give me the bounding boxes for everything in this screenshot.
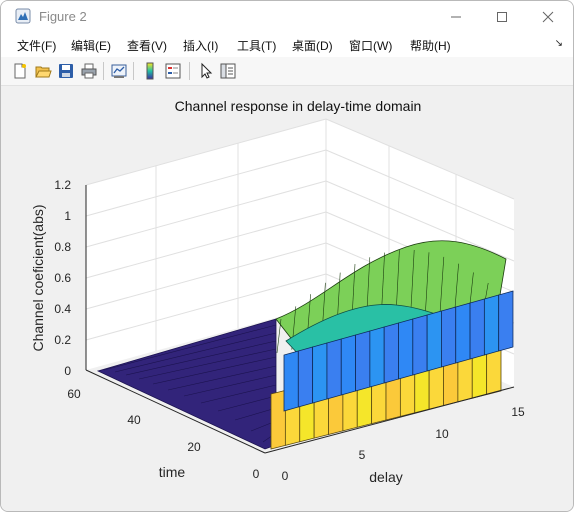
surface-blue-facet — [441, 306, 457, 368]
surface-blue-facet — [469, 298, 485, 360]
surface-blue-facet — [340, 334, 356, 396]
minimize-icon — [451, 16, 461, 18]
surface-plot[interactable]: Channel response in delay-time domain 0 … — [1, 86, 574, 511]
menu-overflow-arrow[interactable]: ↘ — [555, 38, 563, 49]
time-tick-label: 60 — [67, 387, 81, 401]
menu-bar: 文件(F) 编辑(E) 查看(V) 插入(I) 工具(T) 桌面(D) 窗口(W… — [1, 33, 573, 57]
property-inspector-icon[interactable] — [219, 62, 237, 80]
time-tick-label: 20 — [187, 440, 201, 454]
surface-blue-facet — [383, 322, 399, 384]
matlab-figure-icon — [15, 8, 31, 24]
maximize-button[interactable] — [479, 1, 525, 33]
surface-blue-facet — [312, 342, 328, 404]
toolbar-separator — [133, 62, 134, 80]
z-tick-label: 0.8 — [54, 240, 71, 254]
pointer-icon[interactable] — [197, 62, 215, 80]
menu-file[interactable]: 文件(F) — [17, 37, 56, 54]
surface-blue-facet — [412, 314, 428, 376]
time-axis-label: time — [159, 464, 186, 480]
z-axis-label: Channel coeficient(abs) — [30, 204, 46, 351]
minimize-button[interactable] — [433, 1, 479, 33]
title-bar[interactable]: Figure 2 — [1, 1, 573, 33]
menu-insert[interactable]: 插入(I) — [183, 37, 218, 54]
z-tick-label: 0.4 — [54, 302, 71, 316]
surface-mesh-line — [276, 318, 282, 354]
delay-tick-label: 15 — [511, 405, 525, 419]
surface-blue-facet — [326, 338, 342, 400]
surface-blue-facet — [355, 330, 371, 392]
z-tick-label: 0.6 — [54, 271, 71, 285]
surface-blue-facet — [369, 326, 385, 388]
surface-blue-facet — [398, 318, 414, 380]
toolbar-separator — [103, 62, 104, 80]
z-tick-label: 0.2 — [54, 333, 71, 347]
menu-edit[interactable]: 编辑(E) — [71, 37, 111, 54]
menu-view[interactable]: 查看(V) — [127, 37, 167, 54]
surface-blue-facet — [483, 294, 500, 356]
surface-blue-facet — [498, 290, 514, 352]
time-tick-label: 40 — [127, 413, 141, 427]
legend-icon[interactable] — [164, 62, 182, 80]
surface-yellow-facet — [270, 389, 286, 450]
surface-blue-facet — [455, 302, 471, 364]
close-icon — [542, 11, 554, 23]
delay-tick-label: 10 — [435, 427, 449, 441]
surface-blue-facet — [297, 346, 314, 408]
delay-tick-label: 5 — [359, 448, 366, 462]
save-icon[interactable] — [57, 62, 75, 80]
link-plot-icon[interactable] — [110, 62, 128, 80]
delay-axis-label: delay — [369, 469, 402, 485]
window-title: Figure 2 — [39, 9, 87, 24]
maximize-icon — [497, 12, 507, 22]
surface-blue-facet — [426, 310, 442, 372]
menu-window[interactable]: 窗口(W) — [349, 37, 392, 54]
time-tick-label: 0 — [253, 467, 260, 481]
menu-help[interactable]: 帮助(H) — [410, 37, 451, 54]
close-button[interactable] — [525, 1, 571, 33]
surface-blue-facet — [283, 350, 299, 412]
figure-window: Figure 2 文件(F) 编辑(E) 查看(V) 插入(I) 工具(T) 桌… — [0, 0, 574, 512]
z-tick-label: 1 — [64, 209, 71, 223]
z-tick-label: 0 — [64, 364, 71, 378]
open-file-icon[interactable] — [34, 62, 52, 80]
new-figure-icon[interactable] — [11, 62, 29, 80]
figure-canvas[interactable]: Channel response in delay-time domain 0 … — [1, 86, 573, 511]
toolbar-separator — [189, 62, 190, 80]
toolbar — [1, 57, 573, 86]
delay-tick-label: 0 — [282, 469, 289, 483]
print-icon[interactable] — [80, 62, 98, 80]
menu-tools[interactable]: 工具(T) — [237, 37, 276, 54]
menu-desktop[interactable]: 桌面(D) — [292, 37, 333, 54]
colorbar-icon[interactable] — [141, 62, 159, 80]
z-tick-label: 1.2 — [54, 178, 71, 192]
chart-title: Channel response in delay-time domain — [175, 98, 422, 114]
